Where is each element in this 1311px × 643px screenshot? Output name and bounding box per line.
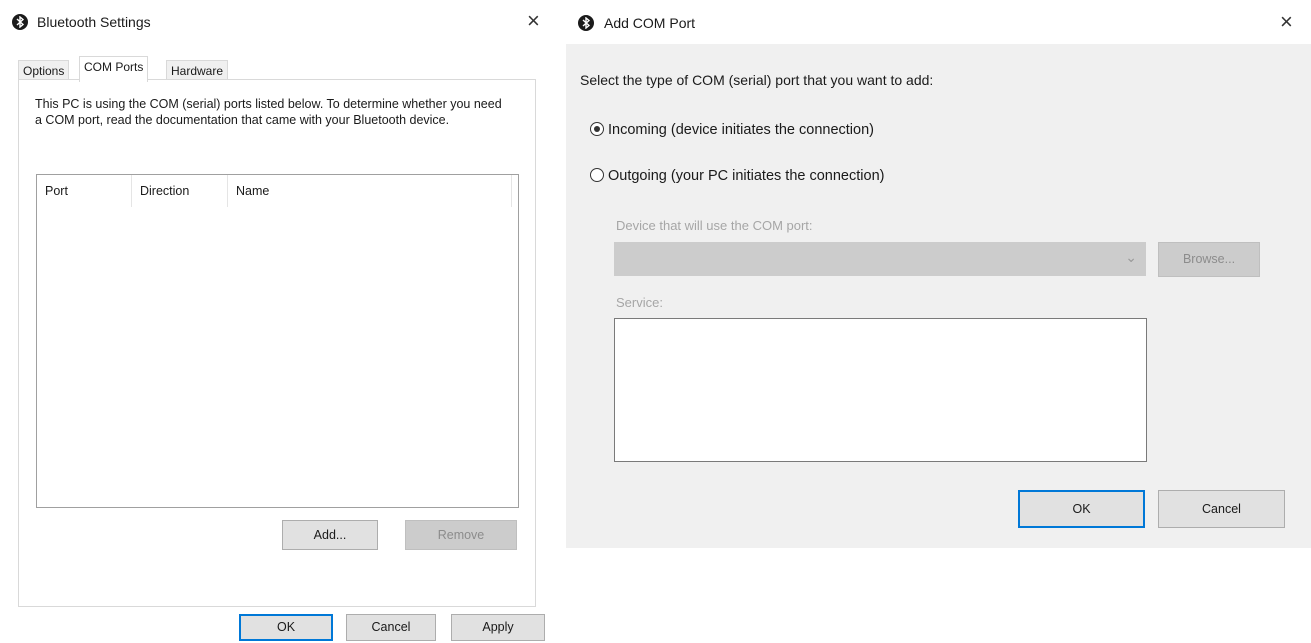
bluetooth-icon xyxy=(12,14,28,30)
tab-options[interactable]: Options xyxy=(18,60,70,81)
remove-button[interactable]: Remove xyxy=(405,520,517,550)
port-type-prompt: Select the type of COM (serial) port tha… xyxy=(580,72,934,88)
add-com-port-window: Add COM Port × Select the type of COM (s… xyxy=(566,0,1311,548)
tab-label: COM Ports xyxy=(84,60,144,74)
apply-button-label: Apply xyxy=(482,620,514,634)
column-header-port[interactable]: Port xyxy=(37,175,132,207)
tab-label: Options xyxy=(23,64,65,78)
tab-label: Hardware xyxy=(171,64,224,78)
chevron-down-icon: ⌄ xyxy=(1125,249,1137,265)
add-button-label: Add... xyxy=(313,528,347,542)
incoming-label: Incoming (device initiates the connectio… xyxy=(608,122,874,138)
close-icon[interactable]: × xyxy=(1280,11,1293,33)
cancel-button-label: Cancel xyxy=(1202,502,1241,516)
column-header-direction[interactable]: Direction xyxy=(132,175,228,207)
device-label: Device that will use the COM port: xyxy=(616,218,813,233)
com-ports-panel: This PC is using the COM (serial) ports … xyxy=(18,79,536,607)
bluetooth-icon xyxy=(578,15,594,31)
cancel-button[interactable]: Cancel xyxy=(1158,490,1285,528)
title-bar: Add COM Port × xyxy=(566,0,1311,44)
service-label: Service: xyxy=(616,295,663,310)
apply-button[interactable]: Apply xyxy=(451,614,545,641)
service-list[interactable] xyxy=(614,318,1147,462)
ok-button[interactable]: OK xyxy=(239,614,333,641)
ok-button[interactable]: OK xyxy=(1018,490,1145,528)
radio-unselected-icon xyxy=(590,168,604,182)
close-icon[interactable]: × xyxy=(527,10,540,32)
title-bar: Bluetooth Settings × xyxy=(0,0,558,44)
tab-hardware[interactable]: Hardware xyxy=(166,60,229,81)
device-combobox[interactable]: ⌄ xyxy=(614,242,1146,276)
column-header-name[interactable]: Name xyxy=(228,175,512,207)
window-title: Bluetooth Settings xyxy=(37,14,151,30)
tab-com-ports[interactable]: COM Ports xyxy=(79,56,149,82)
browse-button-label: Browse... xyxy=(1182,252,1236,266)
intro-text: This PC is using the COM (serial) ports … xyxy=(35,97,502,127)
outgoing-label: Outgoing (your PC initiates the connecti… xyxy=(608,168,885,184)
com-ports-list[interactable]: Port Direction Name xyxy=(36,174,519,508)
tab-strip: Options COM Ports Hardware xyxy=(18,56,518,82)
cancel-button[interactable]: Cancel xyxy=(346,614,436,641)
radio-selected-icon xyxy=(590,122,604,136)
add-button[interactable]: Add... xyxy=(282,520,378,550)
ok-button-label: OK xyxy=(276,620,296,634)
bluetooth-settings-window: Bluetooth Settings × Options COM Ports H… xyxy=(0,0,558,643)
window-title: Add COM Port xyxy=(604,15,696,31)
ok-button-label: OK xyxy=(1072,502,1091,516)
browse-button[interactable]: Browse... xyxy=(1158,242,1260,277)
list-header: Port Direction Name xyxy=(37,175,518,207)
cancel-button-label: Cancel xyxy=(371,620,411,634)
remove-button-label: Remove xyxy=(437,528,485,542)
